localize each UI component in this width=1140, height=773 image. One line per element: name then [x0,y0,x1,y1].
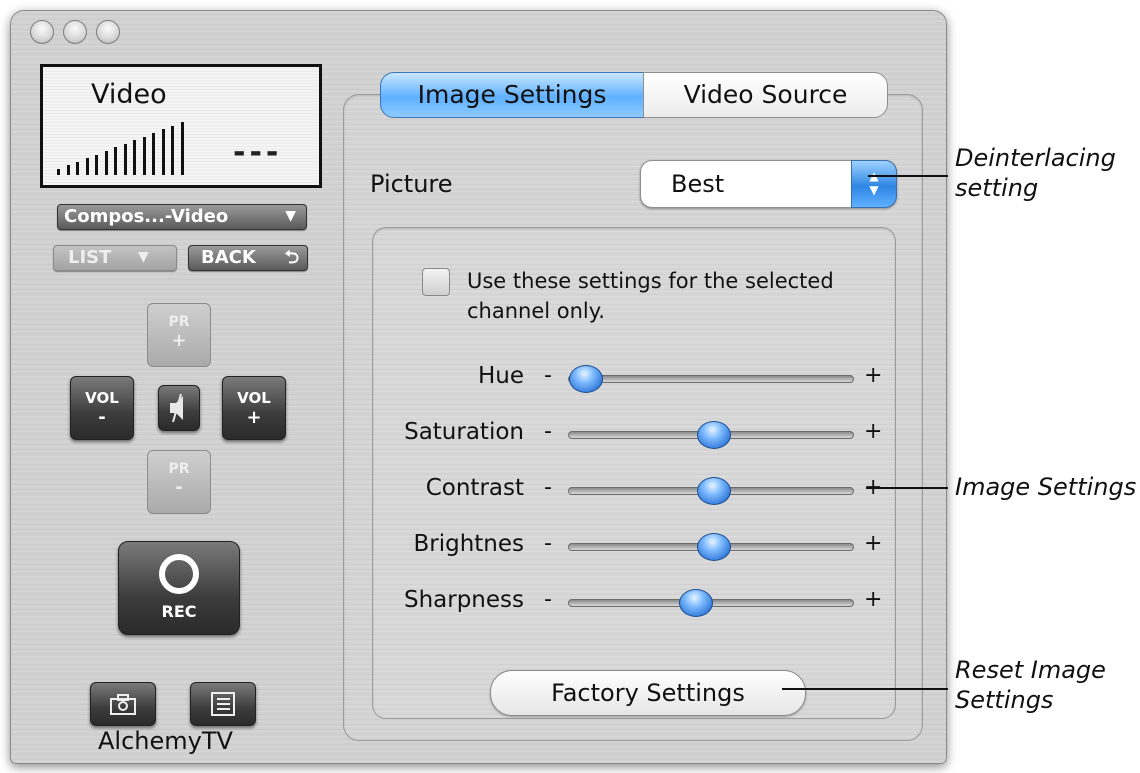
slider-minus-label: - [544,587,552,612]
return-arrow-icon: ⮌ [284,247,299,268]
volume-up-button[interactable]: VOL + [222,376,286,440]
picture-quality-value: Best [671,170,725,198]
channel-only-label-line1: Use these settings for the selected [467,269,834,293]
signal-bar [171,125,174,175]
slider-plus-label: + [864,587,883,612]
record-label: REC [161,602,197,621]
signal-bar [66,165,70,175]
deinterlacing-callout-line1: Deinterlacing [955,144,1116,172]
vol-minus-label: VOL [85,389,119,407]
list-button[interactable]: LIST ▼ [53,245,177,271]
video-display: Video --- [40,64,322,188]
zoom-window-button[interactable] [96,20,120,44]
slider-plus-label: + [864,531,883,556]
slider-knob[interactable] [697,477,732,505]
slider-knob[interactable] [569,365,604,393]
deinterlacing-callout-line [868,175,948,177]
tab-image-settings-label: Image Settings [417,80,607,109]
snapshot-button[interactable] [90,682,156,726]
signal-bar [85,158,89,175]
chevron-down-icon: ▼ [285,208,296,224]
tab-image-settings[interactable]: Image Settings [380,72,644,118]
pr-plus-sign: + [171,330,187,351]
signal-bar [161,129,165,175]
vol-plus-label: VOL [237,389,271,407]
slider-label: Saturation [404,419,524,445]
slider-minus-label: - [544,531,552,556]
reset-callout: Reset Image Settings [955,655,1106,715]
tab-video-source-label: Video Source [683,80,848,109]
signal-bar [114,147,117,175]
pr-minus-sign: - [175,477,183,498]
image-settings-callout-line [866,487,948,489]
slider-track[interactable] [568,375,854,383]
slider-label: Sharpness [403,587,524,613]
picture-quality-select[interactable]: Best ▲▼ [640,160,897,208]
signal-bar [133,140,136,175]
close-window-button[interactable] [30,20,54,44]
back-button-label: BACK [201,247,256,268]
picture-label: Picture [370,170,453,198]
signal-bar [152,133,155,175]
channel-list-button[interactable] [190,682,256,726]
tab-video-source[interactable]: Video Source [643,72,888,118]
slider-minus-label: - [544,475,552,500]
list-icon [211,692,235,716]
minimize-window-button[interactable] [63,20,87,44]
channel-only-label: Use these settings for the selected chan… [467,266,834,326]
mute-button[interactable] [158,385,200,431]
signal-bar [104,151,108,175]
signal-bar [95,154,98,175]
record-button[interactable]: REC [118,541,240,635]
slider-minus-label: - [544,363,552,388]
channel-down-button[interactable]: PR - [147,450,211,514]
pr-plus-label: PR [168,314,190,330]
display-title: Video [91,79,167,110]
factory-settings-button[interactable]: Factory Settings [490,670,806,716]
volume-down-button[interactable]: VOL - [70,376,134,440]
image-settings-callout: Image Settings [955,473,1137,501]
slider-minus-label: - [544,419,552,444]
signal-bar [123,143,127,175]
back-button[interactable]: BACK ⮌ [188,245,308,271]
vol-plus-sign: + [246,407,262,428]
up-down-arrows-icon: ▲▼ [851,160,897,208]
signal-bar [57,169,60,175]
slider-plus-label: + [864,419,883,444]
chevron-down-icon: ▼ [138,249,149,265]
list-button-label: LIST [68,247,112,268]
vol-minus-sign: - [98,407,106,428]
factory-settings-label: Factory Settings [551,679,745,707]
record-icon [159,554,199,594]
signal-bar [76,161,79,175]
signal-bar [180,122,184,175]
slider-plus-label: + [864,363,883,388]
deinterlacing-callout-line2: setting [955,174,1039,202]
camera-icon [110,694,136,715]
slider-knob[interactable] [679,589,714,617]
app-name-label: AlchemyTV [98,727,233,755]
reset-callout-line2: Settings [955,686,1054,714]
video-source-value: Compos...-Video [64,206,229,227]
slider-label: Brightnes [413,531,524,557]
deinterlacing-callout: Deinterlacing setting [955,143,1116,203]
pr-minus-label: PR [168,461,190,477]
slider-label: Hue [477,363,524,389]
mute-speaker-icon [170,393,183,423]
channel-only-label-line2: channel only. [467,299,605,323]
channel-only-checkbox[interactable] [422,268,450,296]
slider-knob[interactable] [697,533,732,561]
reset-callout-line [782,688,948,690]
video-source-popup[interactable]: Compos...-Video ▼ [57,204,307,230]
slider-label: Contrast [425,475,524,501]
channel-number: --- [233,135,283,170]
reset-callout-line1: Reset Image [955,656,1106,684]
channel-up-button[interactable]: PR + [147,303,211,367]
slider-knob[interactable] [697,421,732,449]
signal-bar [142,136,146,175]
